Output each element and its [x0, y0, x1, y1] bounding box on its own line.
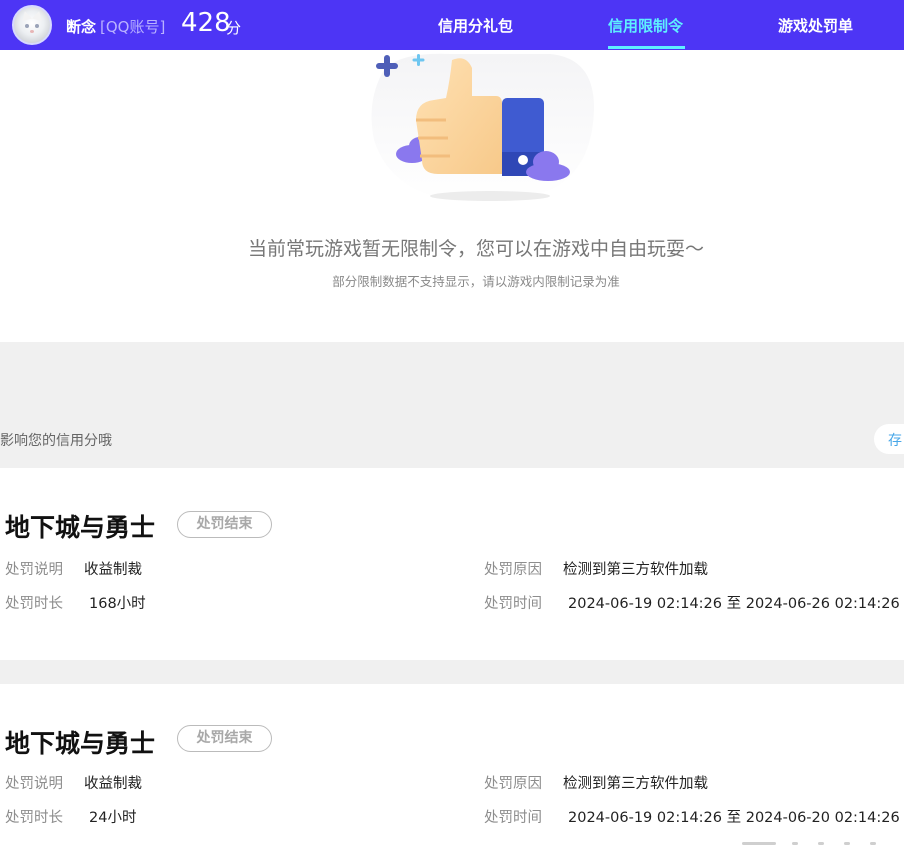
credit-score-unit: 分	[226, 19, 242, 37]
penalty-desc-value: 收益制裁	[84, 562, 142, 578]
save-button[interactable]: 存	[874, 424, 904, 454]
penalty-time-label: 处罚时间	[484, 596, 542, 612]
game-name: 地下城与勇士	[5, 729, 156, 758]
penalty-desc-label: 处罚说明	[5, 776, 63, 792]
penalty-desc-value: 收益制裁	[84, 776, 142, 792]
penalty-time-value: 2024-06-19 02:14:26 至 2024-06-26 02:14:2…	[568, 596, 900, 612]
empty-state-title: 当前常玩游戏暂无限制令，您可以在游戏中自由玩耍～	[247, 238, 704, 260]
penalty-time-label: 处罚时间	[484, 810, 542, 826]
credit-score: 428	[181, 8, 231, 38]
avatar-eye-left	[25, 24, 29, 28]
thumbs-up-illustration-icon	[371, 53, 595, 204]
credit-notice-text: 影响您的信用分哦	[0, 433, 112, 449]
empty-state-subtitle: 部分限制数据不支持显示，请以游戏内限制记录为准	[332, 274, 620, 289]
tab-game-penalty[interactable]: 游戏处罚单	[778, 15, 853, 36]
tab-credit-restriction[interactable]: 信用限制令	[608, 15, 683, 36]
penalty-reason-label: 处罚原因	[484, 562, 542, 578]
top-nav-bar: 断念 [QQ账号] 428 分 信用分礼包 信用限制令 游戏处罚单	[0, 0, 904, 50]
game-name: 地下城与勇士	[5, 513, 156, 542]
avatar-nose	[30, 30, 34, 33]
penalty-reason-value: 检测到第三方软件加载	[563, 562, 708, 578]
save-button-label: 存	[888, 433, 902, 449]
account-type: [QQ账号]	[100, 18, 166, 36]
penalty-duration-value: 168小时	[89, 596, 146, 612]
tab-credit-gift[interactable]: 信用分礼包	[438, 15, 513, 36]
overlay-fragment	[742, 840, 902, 845]
penalty-time-value: 2024-06-19 02:14:26 至 2024-06-20 02:14:2…	[568, 810, 900, 826]
avatar-eye-right	[35, 24, 39, 28]
penalty-card: 地下城与勇士 处罚结束 处罚说明 收益制裁 处罚原因 检测到第三方软件加载 处罚…	[0, 684, 904, 845]
username: 断念	[66, 18, 97, 36]
status-badge: 处罚结束	[177, 511, 272, 538]
active-tab-indicator	[608, 46, 685, 49]
penalty-reason-value: 检测到第三方软件加载	[563, 776, 708, 792]
card-separator	[0, 660, 904, 684]
notice-band	[0, 342, 904, 468]
penalty-duration-value: 24小时	[89, 810, 137, 826]
status-badge: 处罚结束	[177, 725, 272, 752]
avatar-ear-left	[20, 9, 32, 22]
penalty-card: 地下城与勇士 处罚结束 处罚说明 收益制裁 处罚原因 检测到第三方软件加载 处罚…	[0, 468, 904, 660]
penalty-desc-label: 处罚说明	[5, 562, 63, 578]
avatar-ear-right	[32, 9, 44, 22]
penalty-duration-label: 处罚时长	[5, 596, 63, 612]
penalty-duration-label: 处罚时长	[5, 810, 63, 826]
user-avatar[interactable]	[12, 5, 52, 45]
penalty-reason-label: 处罚原因	[484, 776, 542, 792]
